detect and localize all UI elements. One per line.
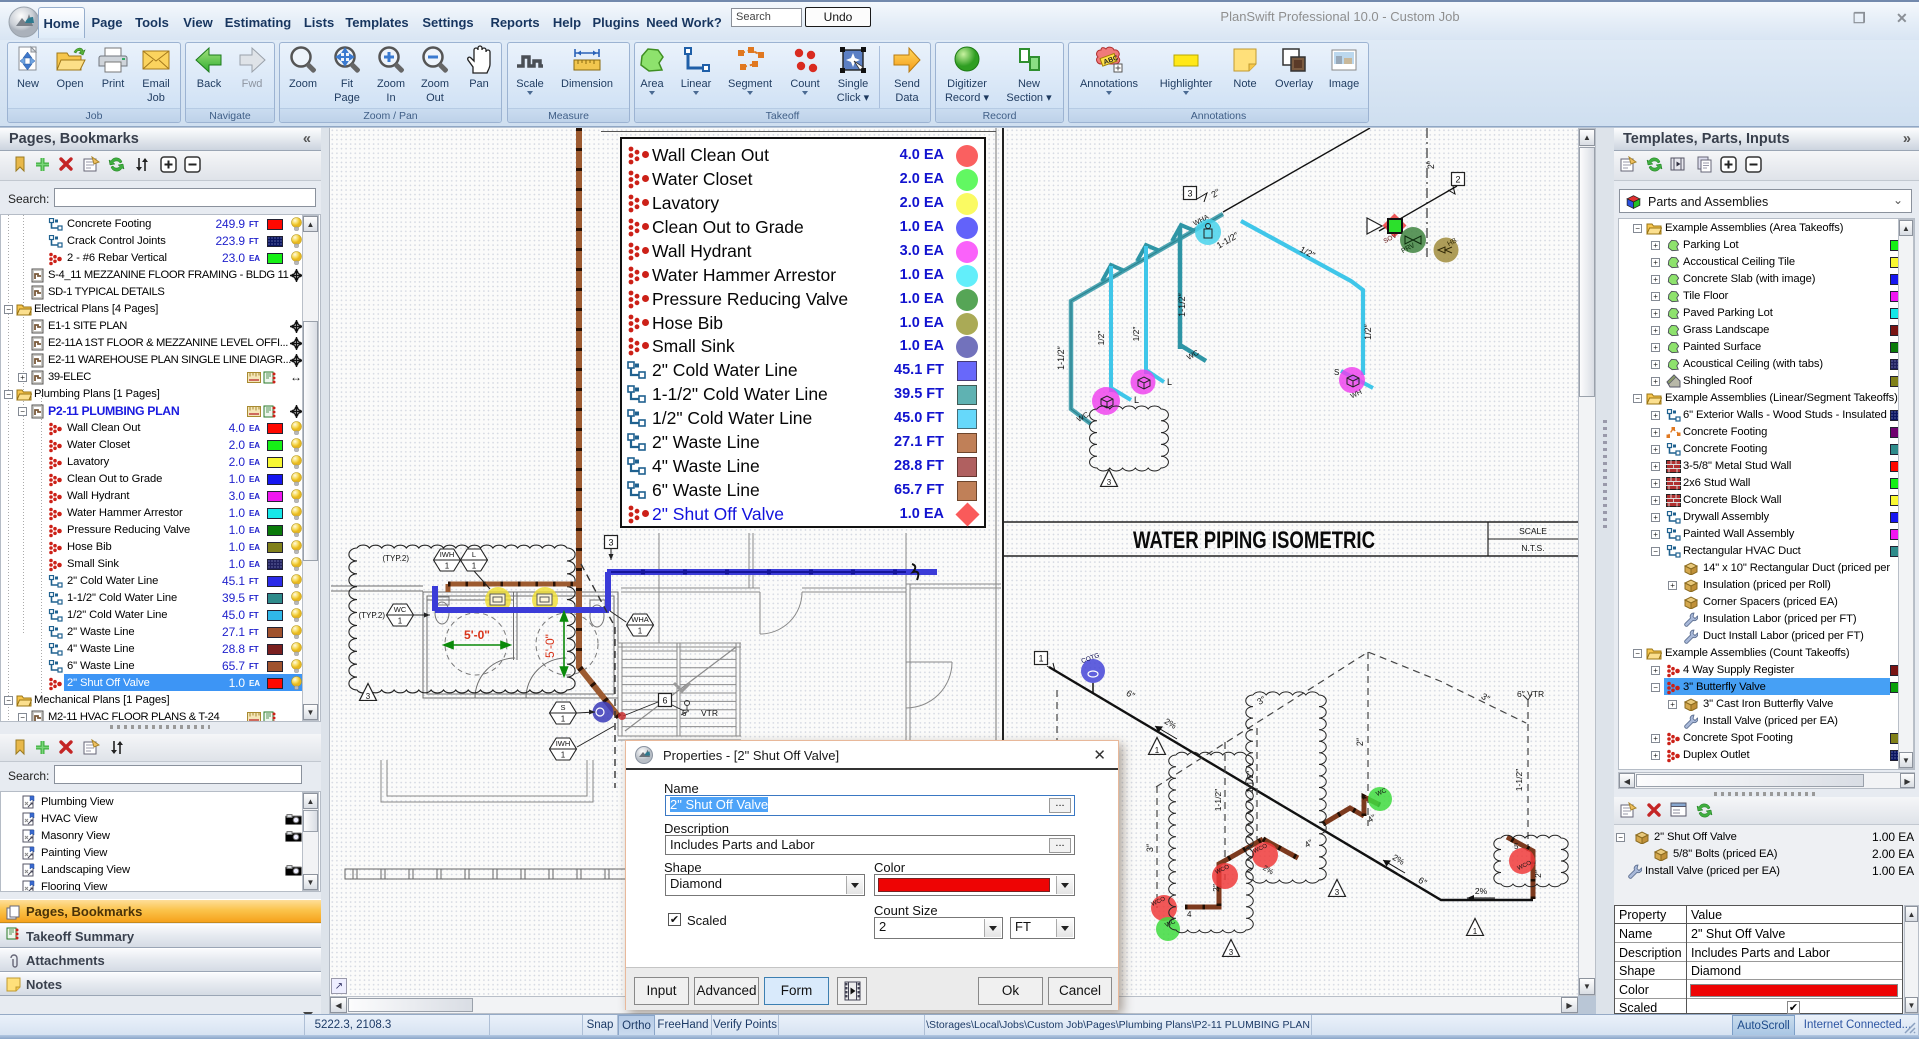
svg-text:2%: 2% <box>1163 716 1179 731</box>
svg-text:4: 4 <box>1187 910 1192 919</box>
svg-text:3: 3 <box>1335 888 1340 897</box>
svg-text:3″: 3″ <box>1145 843 1155 852</box>
svg-text:1-1/2″: 1-1/2″ <box>1056 345 1066 370</box>
svg-text:2″: 2″ <box>1426 160 1436 169</box>
svg-text:VTR: VTR <box>701 708 718 718</box>
svg-text:1/2″: 1/2″ <box>1096 331 1106 346</box>
svg-text:IWH: IWH <box>556 739 571 748</box>
svg-text:(TYP.2): (TYP.2) <box>382 554 409 563</box>
svg-text:1: 1 <box>638 627 643 636</box>
svg-text:3: 3 <box>608 538 613 548</box>
svg-text:1: 1 <box>445 562 450 571</box>
svg-text:L: L <box>1167 377 1172 387</box>
svg-text:2″: 2″ <box>1355 737 1365 746</box>
svg-text:6″ VTR: 6″ VTR <box>1517 689 1544 699</box>
svg-text:3″: 3″ <box>1479 691 1492 704</box>
svg-text:6″: 6″ <box>1124 688 1137 701</box>
svg-text:6: 6 <box>662 696 667 706</box>
svg-text:3: 3 <box>1107 478 1112 487</box>
svg-text:1/2″: 1/2″ <box>1363 323 1373 340</box>
svg-text:WHA: WHA <box>631 615 649 624</box>
svg-text:1-1/2″: 1-1/2″ <box>1213 789 1223 811</box>
svg-text:1: 1 <box>1155 746 1160 755</box>
svg-text:1-1/2″: 1-1/2″ <box>1177 292 1187 317</box>
svg-text:N.T.S.: N.T.S. <box>1521 543 1544 553</box>
svg-text:4″: 4″ <box>1303 837 1315 850</box>
svg-text:S: S <box>560 703 565 712</box>
svg-text:2%: 2% <box>1475 886 1488 896</box>
svg-text:S: S <box>1334 368 1339 377</box>
svg-text:3: 3 <box>1229 948 1234 957</box>
svg-text:IWH: IWH <box>440 550 455 559</box>
svg-text:SCALE: SCALE <box>1519 526 1547 536</box>
svg-text:1: 1 <box>561 751 566 760</box>
svg-text:2″: 2″ <box>1211 884 1221 892</box>
svg-text:5: 5 <box>1514 842 1519 851</box>
svg-text:1: 1 <box>561 715 566 724</box>
svg-text:L: L <box>1134 395 1139 405</box>
svg-text:2″: 2″ <box>1533 870 1543 878</box>
svg-text:1-1/2″: 1-1/2″ <box>1514 769 1524 791</box>
svg-text:2%: 2% <box>1391 852 1407 867</box>
svg-text:1: 1 <box>398 617 403 626</box>
svg-text:(TYP.2): (TYP.2) <box>358 611 385 620</box>
svg-text:WC: WC <box>394 605 407 614</box>
svg-text:1: 1 <box>1473 927 1478 936</box>
svg-text:WATER PIPING ISOMETRIC: WATER PIPING ISOMETRIC <box>1133 527 1375 554</box>
svg-text:3: 3 <box>1187 189 1192 199</box>
svg-text:1: 1 <box>472 562 477 571</box>
svg-text:1/2″: 1/2″ <box>1131 327 1141 342</box>
svg-text:2″: 2″ <box>1209 187 1222 200</box>
svg-text:L: L <box>472 550 476 559</box>
svg-text:5'-0": 5'-0" <box>543 634 557 658</box>
svg-text:5'-0": 5'-0" <box>464 628 490 642</box>
svg-text:1: 1 <box>1038 654 1043 664</box>
svg-text:3: 3 <box>366 692 371 701</box>
svg-text:2: 2 <box>1455 175 1460 185</box>
